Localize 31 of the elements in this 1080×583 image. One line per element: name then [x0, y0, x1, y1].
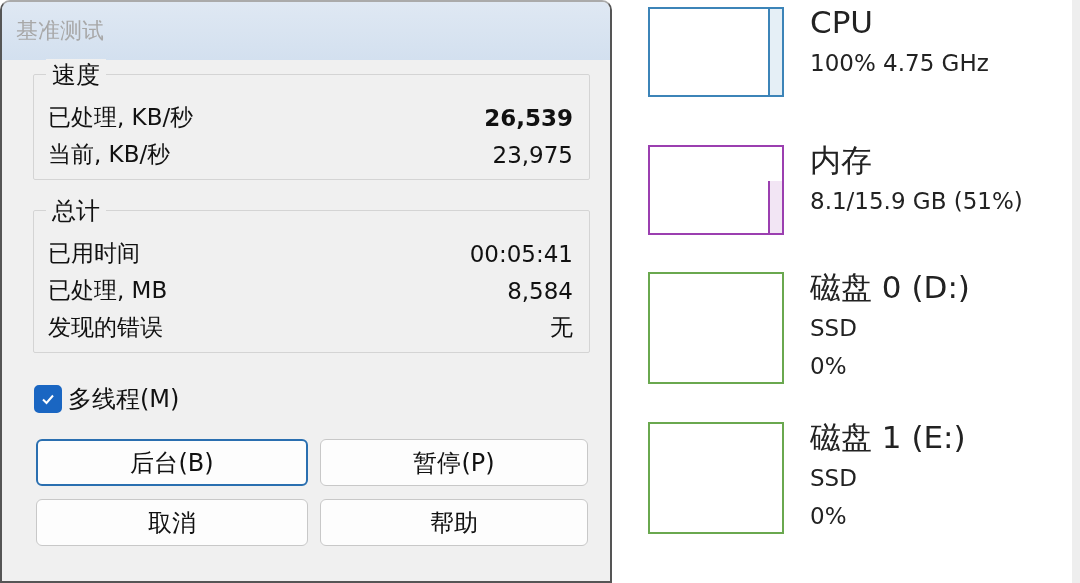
- stat-label: 当前, KB/秒: [48, 140, 171, 169]
- stat-value: 26,539: [484, 104, 573, 131]
- resource-usage: 0%: [810, 352, 848, 381]
- stat-label: 已处理, MB: [48, 276, 168, 305]
- dialog-button[interactable]: 取消: [36, 499, 308, 546]
- stat-value: 23,975: [492, 141, 573, 168]
- stat-label: 已用时间: [48, 239, 140, 268]
- usage-graph[interactable]: [648, 422, 784, 534]
- resource-name: 磁盘 1 (E:): [810, 418, 966, 457]
- stat-label: 发现的错误: [48, 313, 163, 342]
- stat-label: 已处理, KB/秒: [48, 103, 194, 132]
- stat-value: 8,584: [507, 277, 573, 304]
- resource-usage: 100% 4.75 GHz: [810, 49, 989, 78]
- resource-name: CPU: [810, 3, 875, 42]
- resource-name: 磁盘 0 (D:): [810, 268, 970, 307]
- resource-usage: 0%: [810, 502, 848, 531]
- usage-graph[interactable]: [648, 145, 784, 235]
- stat-value: 00:05:41: [469, 240, 573, 267]
- usage-graph[interactable]: [648, 272, 784, 384]
- checkbox-label: 多线程(M): [68, 384, 180, 415]
- dialog-button[interactable]: 帮助: [320, 499, 588, 546]
- stat-value: 无: [550, 313, 573, 342]
- resource-name: 内存: [810, 141, 873, 180]
- window-title: 基准测试: [16, 17, 104, 45]
- resource-usage: SSD: [810, 464, 858, 493]
- usage-graph[interactable]: [648, 7, 784, 97]
- resource-usage: SSD: [810, 314, 858, 343]
- resource-usage: 8.1/15.9 GB (51%): [810, 187, 1023, 216]
- checkbox[interactable]: [34, 385, 62, 413]
- dialog-button[interactable]: 暂停(P): [320, 439, 588, 486]
- dialog-button[interactable]: 后台(B): [36, 439, 308, 486]
